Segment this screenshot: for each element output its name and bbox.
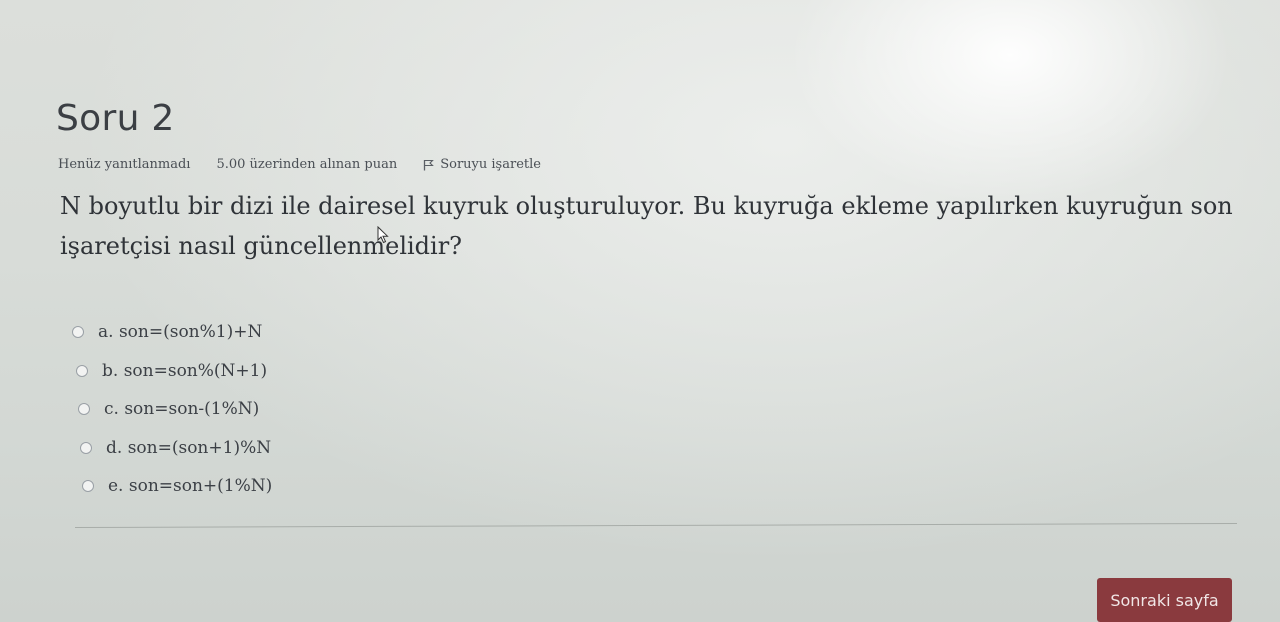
section-divider [74, 522, 1237, 528]
flag-question-label: Soruyu işaretle [440, 157, 541, 172]
answer-label-e: e. son=son+(1%N) [108, 476, 273, 497]
flag-question-link[interactable]: Soruyu işaretle [423, 157, 541, 172]
radio-button-a[interactable] [72, 326, 84, 339]
answer-label-a: a. son=(son%1)+N [98, 322, 263, 343]
flag-icon [424, 159, 435, 170]
answer-option-b[interactable]: b. son=son%(N+1) [72, 352, 272, 391]
answer-option-e[interactable]: e. son=son+(1%N) [72, 467, 272, 506]
question-title: Soru 2 [56, 98, 175, 139]
radio-button-c[interactable] [78, 403, 90, 416]
answer-label-b: b. son=son%(N+1) [102, 360, 268, 381]
mouse-cursor-icon [377, 226, 389, 244]
answer-option-c[interactable]: c. son=son-(1%N) [72, 390, 272, 429]
question-points: 5.00 üzerinden alınan puan [216, 157, 398, 172]
next-page-button[interactable]: Sonraki sayfa [1097, 578, 1232, 622]
quiz-page: Soru 2 Henüz yanıtlanmadı 5.00 üzerinden… [0, 0, 1280, 622]
radio-button-b[interactable] [76, 364, 88, 377]
answer-label-d: d. son=(son+1)%N [106, 437, 272, 458]
radio-button-e[interactable] [82, 480, 94, 493]
radio-button-d[interactable] [80, 441, 92, 454]
answer-list: a. son=(son%1)+N b. son=son%(N+1) c. son… [72, 313, 272, 506]
answer-option-d[interactable]: d. son=(son+1)%N [72, 429, 272, 468]
question-text: N boyutlu bir dizi ile dairesel kuyruk o… [60, 192, 1233, 260]
question-info: Henüz yanıtlanmadı 5.00 üzerinden alınan… [58, 157, 541, 172]
answer-status: Henüz yanıtlanmadı [58, 157, 191, 172]
answer-option-a[interactable]: a. son=(son%1)+N [72, 313, 272, 352]
answer-label-c: c. son=son-(1%N) [104, 399, 260, 420]
